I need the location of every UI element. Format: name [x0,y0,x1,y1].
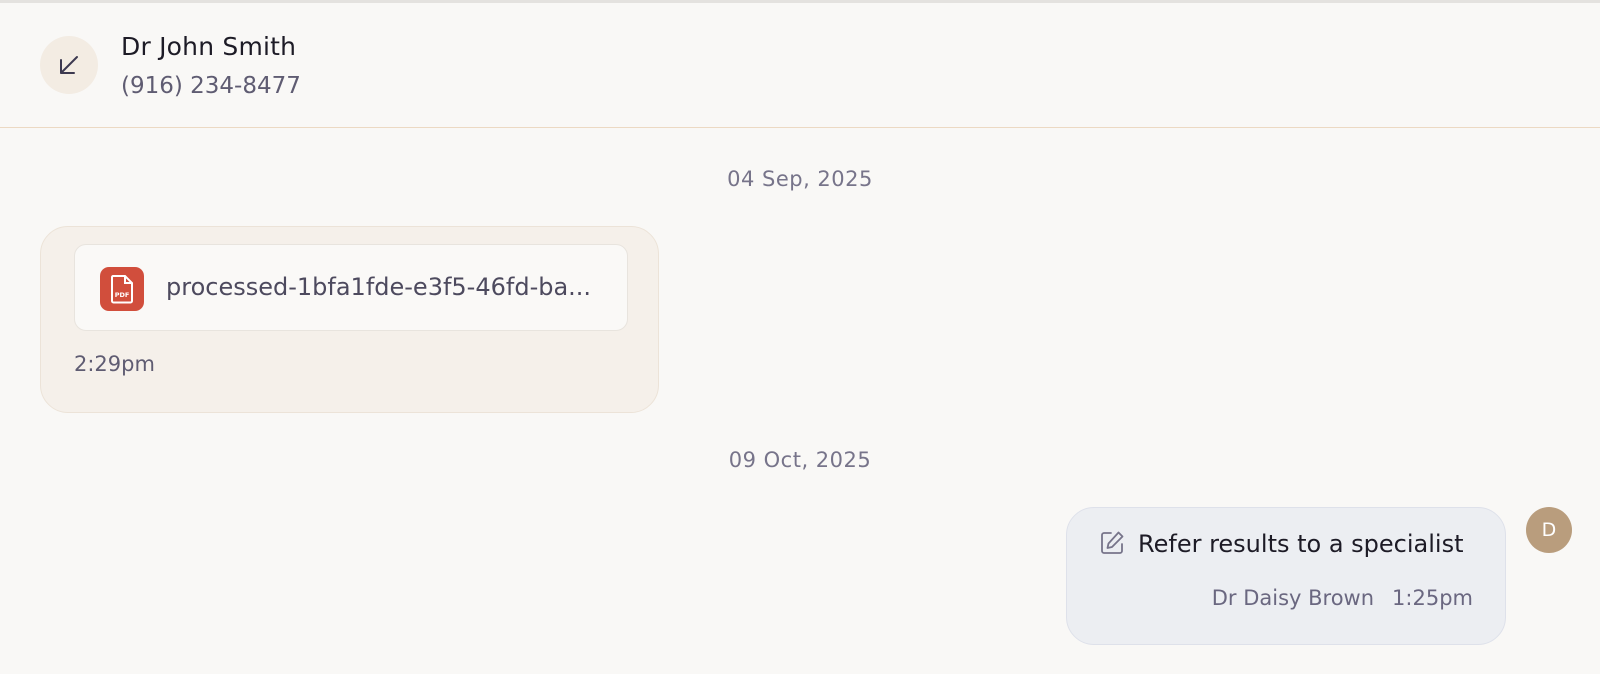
arrow-down-left-icon [40,36,98,94]
message-meta: Dr Daisy Brown 1:25pm [1212,586,1473,610]
message-timestamp: 1:25pm [1392,586,1473,610]
pdf-file-icon: PDF [100,267,144,311]
message-timestamp: 2:29pm [74,352,155,376]
attachment-file-name[interactable]: processed-1bfa1fde-e3f5-46fd-ba... [166,273,591,301]
pdf-icon-label: PDF [115,291,130,299]
date-separator: 04 Sep, 2025 [727,167,873,191]
message-author: Dr Daisy Brown [1211,586,1375,610]
date-separator: 09 Oct, 2025 [728,448,872,472]
contact-phone[interactable]: (916) 234-8477 [121,73,301,99]
avatar[interactable]: D [1526,507,1572,553]
outgoing-note-bubble: Refer results to a specialist Dr Daisy B… [1066,507,1506,645]
note-edit-icon [1098,529,1126,557]
pdf-attachment[interactable]: PDF processed-1bfa1fde-e3f5-46fd-ba... [74,244,628,331]
contact-name: Dr John Smith [121,32,297,61]
conversation-header: Dr John Smith (916) 234-8477 [0,3,1600,128]
note-text: Refer results to a specialist [1138,530,1464,558]
incoming-message-bubble: PDF processed-1bfa1fde-e3f5-46fd-ba... 2… [40,226,659,413]
